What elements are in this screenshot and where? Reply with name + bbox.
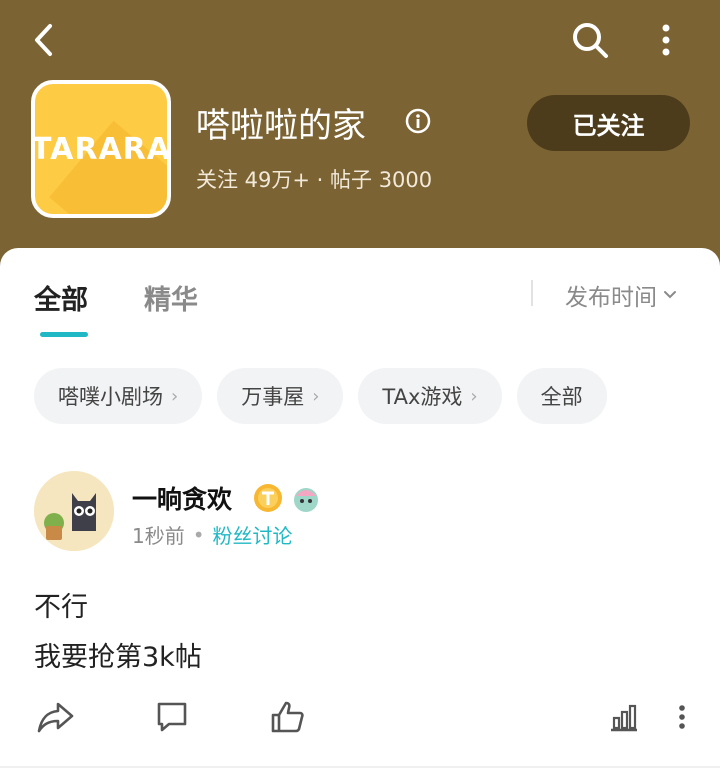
chip-label: 万事屋 xyxy=(241,385,305,409)
chevron-right-icon: › xyxy=(470,385,478,407)
cat-avatar-icon xyxy=(34,471,114,551)
chevron-down-icon xyxy=(664,291,676,299)
post-category[interactable]: 粉丝讨论 xyxy=(213,520,293,549)
stats-button[interactable] xyxy=(602,695,646,739)
chip-all[interactable]: 全部 xyxy=(516,368,607,424)
info-button[interactable] xyxy=(405,108,431,134)
post-text-line: 不行 xyxy=(34,592,88,623)
chip-label: 全部 xyxy=(540,385,583,409)
chip-shop[interactable]: 万事屋 › xyxy=(217,368,344,424)
sort-label: 发布时间 xyxy=(565,285,657,311)
club-avatar[interactable]: TARARA xyxy=(31,80,171,218)
level-badge-icon xyxy=(252,482,284,514)
search-button[interactable] xyxy=(566,16,614,64)
top-bar xyxy=(0,0,720,80)
content-card: 全部 精华 发布时间 嗒噗小剧场 › 万事屋 › TAx游戏 › 全部 一晌贪欢… xyxy=(0,248,720,783)
follow-button[interactable]: 已关注 xyxy=(527,95,690,151)
share-icon xyxy=(37,702,74,733)
tab-featured[interactable]: 精华 xyxy=(144,278,198,317)
comment-icon xyxy=(157,702,187,732)
sort-dropdown[interactable]: 发布时间 xyxy=(565,278,677,312)
post-text-line: 我要抢第3k帖 xyxy=(34,642,202,673)
chevron-right-icon: › xyxy=(312,385,320,407)
club-logo-text: TARARA xyxy=(31,131,171,167)
tab-divider xyxy=(531,280,533,306)
more-button[interactable] xyxy=(646,16,686,64)
meta-dot: • xyxy=(192,522,205,547)
search-icon xyxy=(573,23,608,58)
thumbs-up-icon xyxy=(271,701,304,733)
chip-label: 嗒噗小剧场 xyxy=(58,385,163,409)
bar-chart-icon xyxy=(611,704,637,732)
active-tab-indicator xyxy=(40,332,88,337)
comment-button[interactable] xyxy=(150,695,194,739)
username[interactable]: 一晌贪欢 xyxy=(132,480,232,516)
like-button[interactable] xyxy=(266,695,310,739)
post-actions xyxy=(0,693,720,743)
medal-badge-icon xyxy=(290,482,322,514)
category-chips: 嗒噗小剧场 › 万事屋 › TAx游戏 › 全部 xyxy=(34,368,607,424)
back-arrow-icon xyxy=(35,24,52,56)
info-icon xyxy=(405,108,431,134)
tab-all[interactable]: 全部 xyxy=(34,278,88,317)
club-stats: 关注 49万+ · 帖子 3000 xyxy=(196,168,433,192)
post-time: 1秒前 xyxy=(132,524,185,548)
more-vertical-icon xyxy=(679,705,685,729)
club-name: 嗒啦啦的家 xyxy=(196,106,366,146)
share-button[interactable] xyxy=(34,695,78,739)
chip-label: TAx游戏 xyxy=(382,385,463,409)
post-more-button[interactable] xyxy=(660,695,704,739)
more-vertical-icon xyxy=(662,24,670,56)
post-divider xyxy=(0,766,720,768)
user-avatar[interactable] xyxy=(34,471,114,551)
back-button[interactable] xyxy=(22,16,66,64)
chip-games[interactable]: TAx游戏 › xyxy=(358,368,502,424)
post-meta: 1秒前 • 粉丝讨论 xyxy=(132,520,293,549)
chip-theater[interactable]: 嗒噗小剧场 › xyxy=(34,368,203,424)
chevron-right-icon: › xyxy=(171,385,179,407)
